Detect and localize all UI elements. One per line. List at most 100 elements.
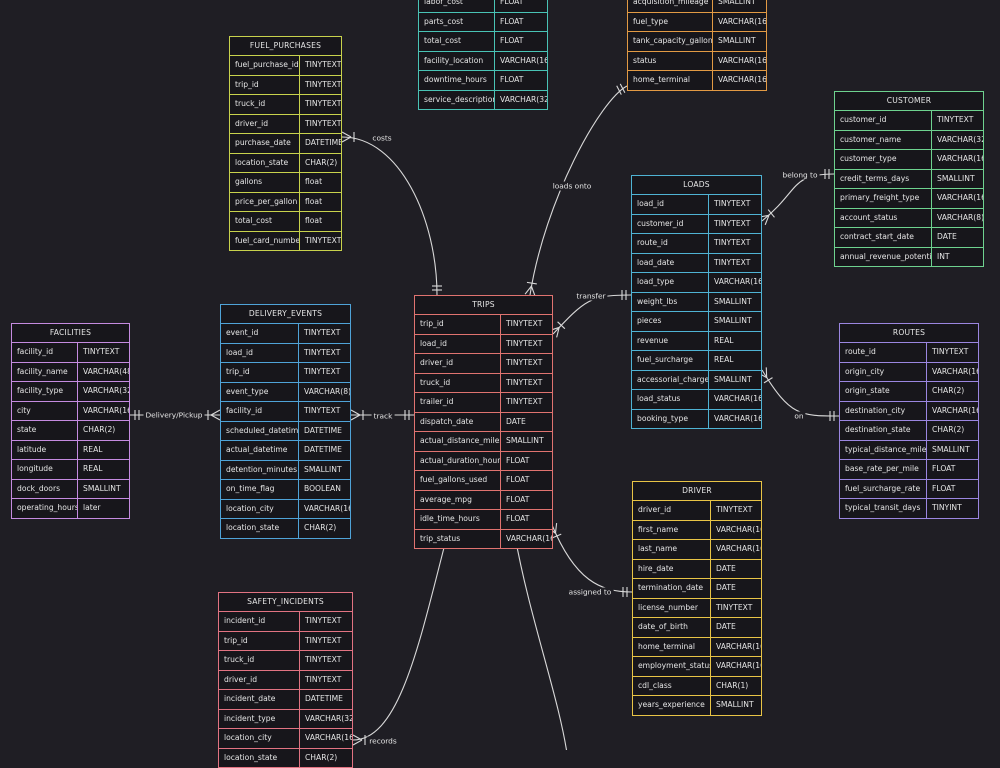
- column-type: SMALLINT: [932, 170, 983, 189]
- entity-maintenance[interactable]: labor_costFLOATparts_costFLOATtotal_cost…: [418, 0, 548, 110]
- column-type: DATE: [501, 413, 552, 432]
- column-name: incident_type: [219, 710, 300, 729]
- column-name: destination_state: [840, 421, 927, 440]
- relationship-costs-end-a: [342, 132, 351, 137]
- relationship-belong-to-end-a: [765, 215, 769, 225]
- column-name: driver_id: [230, 115, 300, 134]
- entity-row: facility_typeVARCHAR(32): [12, 382, 129, 402]
- relationship-on-end-a: [764, 378, 773, 383]
- column-type: FLOAT: [495, 13, 547, 32]
- entity-customer[interactable]: CUSTOMERcustomer_idTINYTEXTcustomer_name…: [834, 91, 984, 267]
- column-name: operating_hours: [12, 499, 78, 518]
- column-name: acquisition_mileage: [628, 0, 713, 12]
- column-type: VARCHAR(16): [711, 521, 761, 540]
- column-type: TINYTEXT: [78, 343, 129, 362]
- column-type: SMALLINT: [711, 696, 761, 715]
- relationship-belong-to-line: [762, 174, 834, 221]
- column-name: facility_location: [419, 52, 495, 71]
- entity-row: fuel_surchargeREAL: [632, 351, 761, 371]
- entity-row: service_descriptionVARCHAR(32): [419, 91, 547, 110]
- column-type: FLOAT: [501, 491, 552, 510]
- column-type: SMALLINT: [501, 432, 552, 451]
- column-type: DATETIME: [299, 422, 350, 441]
- column-type: VARCHAR(16): [299, 500, 350, 519]
- entity-routes[interactable]: ROUTESroute_idTINYTEXTorigin_cityVARCHAR…: [839, 323, 979, 519]
- column-type: REAL: [709, 351, 761, 370]
- entity-truck[interactable]: acquisition_mileageSMALLINTfuel_typeVARC…: [627, 0, 767, 91]
- column-type: SMALLINT: [299, 461, 350, 480]
- entity-row: base_rate_per_mileFLOAT: [840, 460, 978, 480]
- column-name: fuel_surcharge: [632, 351, 709, 370]
- column-name: facility_id: [12, 343, 78, 362]
- column-type: FLOAT: [501, 452, 552, 471]
- entity-row: total_costfloat: [230, 212, 341, 232]
- entity-row: incident_dateDATETIME: [219, 690, 352, 710]
- entity-row: driver_idTINYTEXT: [633, 501, 761, 521]
- entity-loads[interactable]: LOADSload_idTINYTEXTcustomer_idTINYTEXTr…: [631, 175, 762, 429]
- column-name: trip_id: [219, 632, 300, 651]
- relationship-transfer-end-a: [558, 322, 565, 329]
- column-type: SMALLINT: [709, 312, 761, 331]
- relationship-costs-end-a: [342, 137, 351, 142]
- entity-trips[interactable]: TRIPStrip_idTINYTEXTload_idTINYTEXTdrive…: [414, 295, 553, 549]
- column-type: FLOAT: [501, 471, 552, 490]
- entity-row: cityVARCHAR(16): [12, 402, 129, 422]
- column-name: facility_type: [12, 382, 78, 401]
- column-name: city: [12, 402, 78, 421]
- entity-row: first_nameVARCHAR(16): [633, 521, 761, 541]
- entity-delivery-events[interactable]: DELIVERY_EVENTSevent_idTINYTEXTload_idTI…: [220, 304, 351, 539]
- column-name: load_id: [415, 335, 501, 354]
- column-name: fuel_type: [628, 13, 713, 32]
- column-name: truck_id: [415, 374, 501, 393]
- entity-row: credit_terms_daysSMALLINT: [835, 170, 983, 190]
- column-name: price_per_gallon: [230, 193, 300, 212]
- column-name: last_name: [633, 540, 711, 559]
- entity-row: actual_duration_hoursFLOAT: [415, 452, 552, 472]
- column-name: service_description: [419, 91, 495, 110]
- entity-fuel-purchases[interactable]: FUEL_PURCHASESfuel_purchase_idTINYTEXTtr…: [229, 36, 342, 251]
- column-name: labor_cost: [419, 0, 495, 12]
- relationship-loads-onto-line: [530, 86, 627, 295]
- entity-row: truck_idTINYTEXT: [230, 95, 341, 115]
- relationship-maintains-line: [515, 536, 568, 750]
- column-type: CHAR(2): [300, 154, 341, 173]
- column-type: TINYTEXT: [299, 344, 350, 363]
- column-type: TINYTEXT: [501, 374, 552, 393]
- column-type: VARCHAR(16): [501, 530, 552, 549]
- relationship-track-label: track: [372, 412, 395, 421]
- entity-driver[interactable]: DRIVERdriver_idTINYTEXTfirst_nameVARCHAR…: [632, 481, 762, 716]
- column-name: contract_start_date: [835, 228, 932, 247]
- column-type: TINYTEXT: [709, 234, 761, 253]
- column-type: REAL: [78, 460, 129, 479]
- entity-row: cdl_classCHAR(1): [633, 677, 761, 697]
- column-name: location_state: [230, 154, 300, 173]
- entity-row: license_numberTINYTEXT: [633, 599, 761, 619]
- relationship-loads-onto-end-b: [617, 86, 622, 95]
- column-type: SMALLINT: [713, 32, 766, 51]
- column-name: actual_distance_miles: [415, 432, 501, 451]
- column-type: TINYTEXT: [927, 343, 978, 362]
- entity-row: load_idTINYTEXT: [632, 195, 761, 215]
- entity-row: scheduled_datetimeDATETIME: [221, 422, 350, 442]
- column-name: revenue: [632, 332, 709, 351]
- entity-row: downtime_hoursFLOAT: [419, 71, 547, 91]
- entity-safety-incidents[interactable]: SAFETY_INCIDENTSincident_idTINYTEXTtrip_…: [218, 592, 353, 768]
- entity-row: route_idTINYTEXT: [632, 234, 761, 254]
- relationship-belong-to-label: belong to: [781, 171, 820, 180]
- column-type: VARCHAR(8): [932, 209, 983, 228]
- column-name: longitude: [12, 460, 78, 479]
- entity-title: FUEL_PURCHASES: [230, 37, 341, 56]
- column-name: route_id: [632, 234, 709, 253]
- column-name: customer_id: [835, 111, 932, 130]
- entity-row: idle_time_hoursFLOAT: [415, 510, 552, 530]
- column-name: load_type: [632, 273, 709, 292]
- column-name: fuel_purchase_id: [230, 56, 300, 75]
- entity-title: SAFETY_INCIDENTS: [219, 593, 352, 612]
- column-type: TINYTEXT: [501, 335, 552, 354]
- relationship-records-line: [353, 536, 447, 740]
- column-name: load_date: [632, 254, 709, 273]
- relationship-records-end-b: [353, 735, 362, 740]
- column-type: VARCHAR(16): [709, 410, 761, 429]
- entity-facilities[interactable]: FACILITIESfacility_idTINYTEXTfacility_na…: [11, 323, 130, 519]
- column-type: FLOAT: [495, 0, 547, 12]
